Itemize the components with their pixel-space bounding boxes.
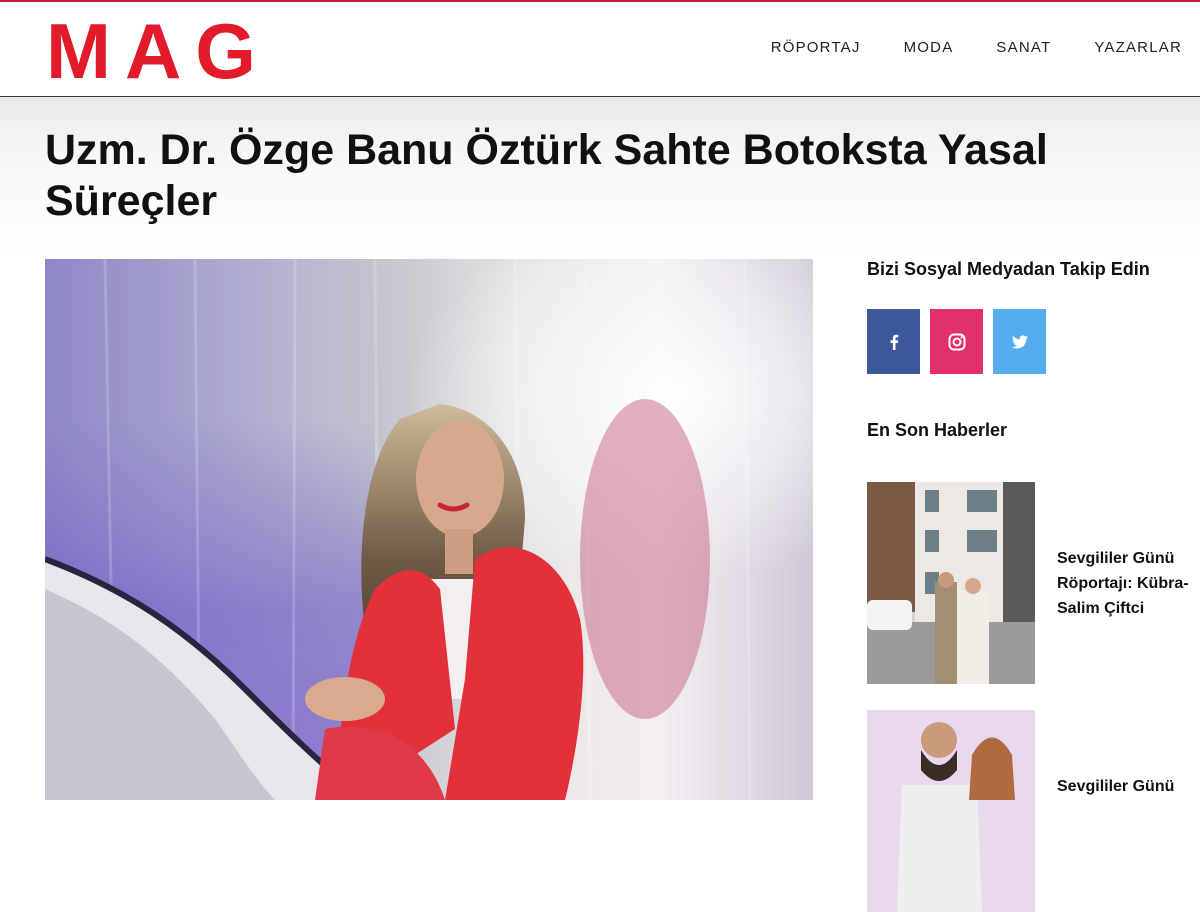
nav-item-sanat[interactable]: SANAT	[996, 39, 1051, 56]
facebook-icon	[890, 334, 898, 350]
twitter-icon	[1011, 334, 1028, 348]
nav-item-moda[interactable]: MODA	[904, 39, 954, 56]
site-logo[interactable]: MAG	[46, 12, 270, 90]
news-title[interactable]: Sevgililer Günü	[1057, 774, 1200, 799]
main-nav: RÖPORTAJ MODA SANAT YAZARLAR	[771, 39, 1182, 56]
news-thumbnail[interactable]	[867, 710, 1035, 912]
twitter-button[interactable]	[993, 309, 1046, 374]
instagram-icon	[948, 333, 965, 350]
site-header: MAG RÖPORTAJ MODA SANAT YAZARLAR	[0, 2, 1200, 97]
instagram-button[interactable]	[930, 309, 983, 374]
nav-item-yazarlar[interactable]: YAZARLAR	[1094, 39, 1182, 56]
article-hero-image	[45, 259, 813, 800]
article-title: Uzm. Dr. Özge Banu Öztürk Sahte Botoksta…	[45, 126, 1048, 225]
news-thumbnail[interactable]	[867, 482, 1035, 684]
social-buttons	[867, 309, 1046, 374]
news-title[interactable]: Sevgililer Günü Röportajı: Kübra-Salim Ç…	[1057, 546, 1200, 621]
facebook-button[interactable]	[867, 309, 920, 374]
social-heading: Bizi Sosyal Medyadan Takip Edin	[867, 259, 1150, 279]
nav-item-roportaj[interactable]: RÖPORTAJ	[771, 39, 861, 56]
latest-news-heading: En Son Haberler	[867, 420, 1008, 440]
